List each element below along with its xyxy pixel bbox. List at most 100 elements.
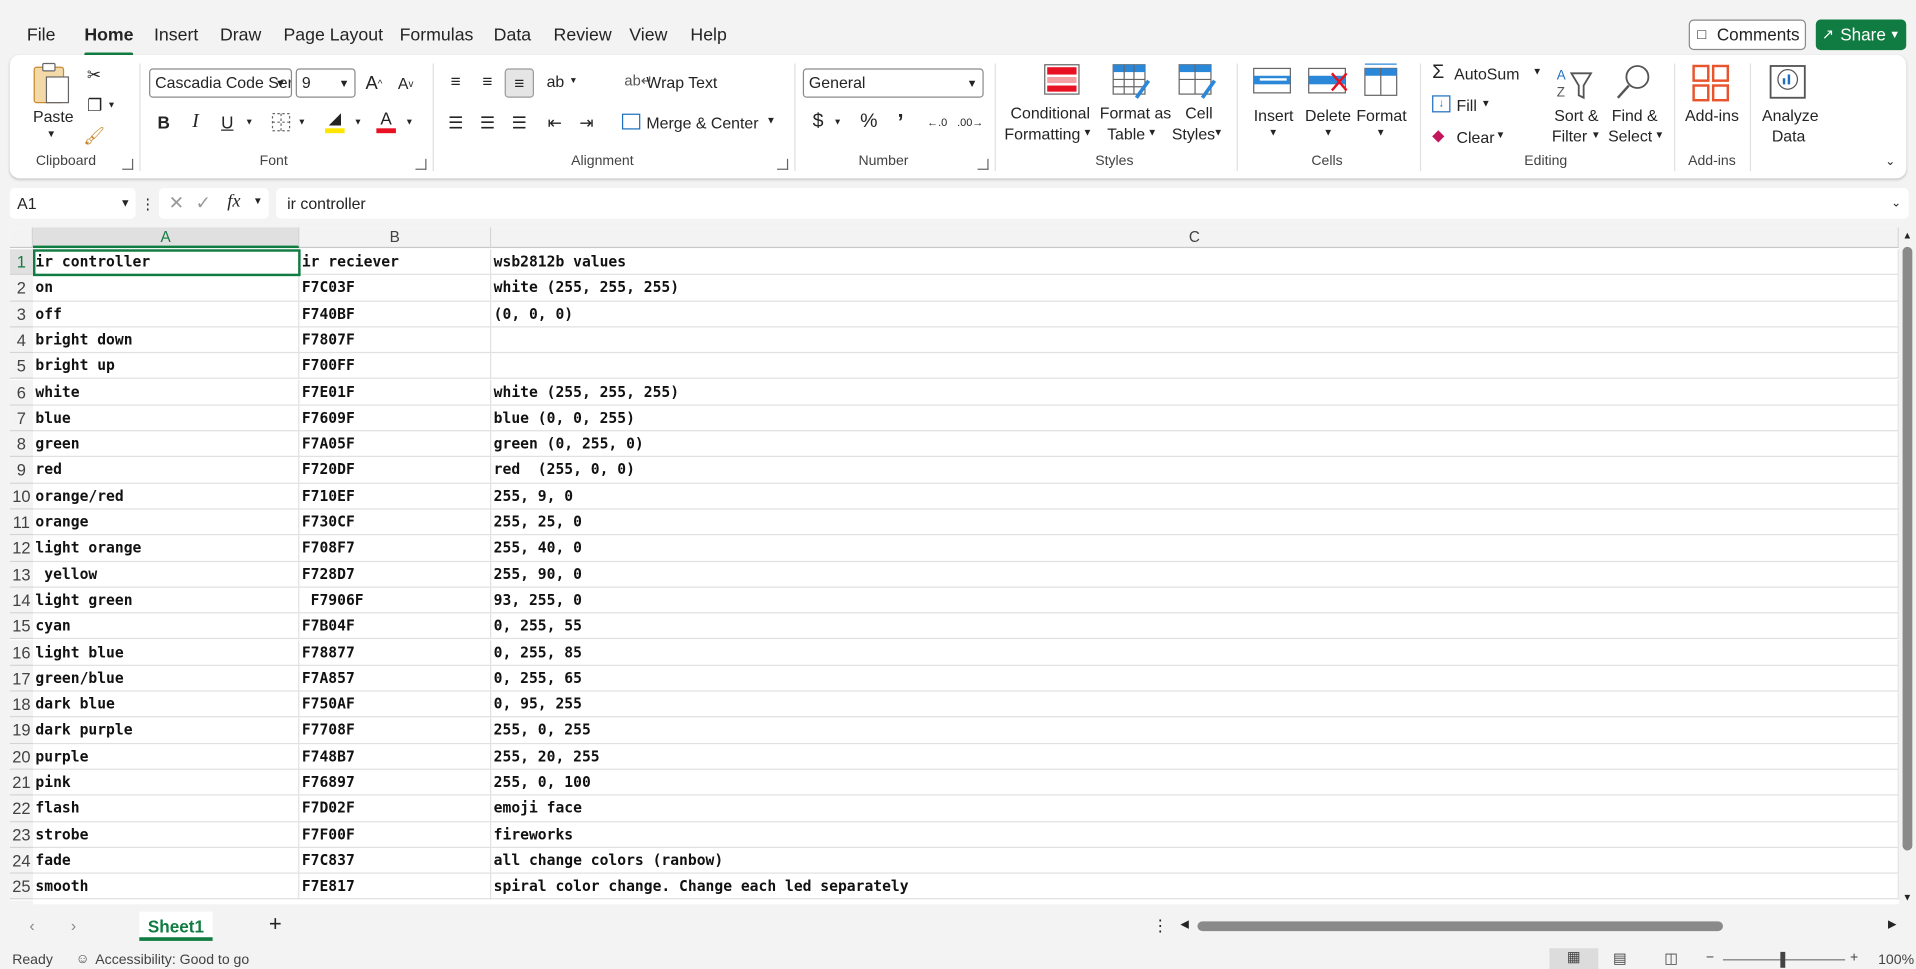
cell-b25[interactable]: F7E817 <box>299 873 492 900</box>
menu-file[interactable]: File <box>27 22 56 51</box>
cell-a8[interactable]: green <box>32 431 300 458</box>
cell-b16[interactable]: F78877 <box>299 639 492 666</box>
cell-b21[interactable]: F76897 <box>299 769 492 796</box>
increase-decimal-icon[interactable]: ←.0 <box>923 110 952 134</box>
comma-style-icon[interactable]: ’ <box>888 109 912 134</box>
horizontal-scroll-thumb[interactable] <box>1197 921 1723 932</box>
cell-b2[interactable]: F7C03F <box>299 275 492 302</box>
copy-icon[interactable]: ❐ ▼ <box>83 94 120 116</box>
row-header[interactable]: 20 <box>9 743 33 770</box>
worksheet-grid[interactable]: A B C 1 ir controller ir reciever wsb2812b … <box>9 227 1899 905</box>
number-format-select[interactable]: General ▼ <box>802 68 984 98</box>
cell-c8[interactable]: green (0, 255, 0) <box>491 431 1899 458</box>
row-header[interactable]: 6 <box>9 379 33 406</box>
row-header[interactable]: 12 <box>9 535 33 562</box>
cell-c6[interactable]: white (255, 255, 255) <box>491 379 1899 406</box>
orientation-icon[interactable]: ab ▼ <box>541 68 583 92</box>
font-launcher-icon[interactable] <box>415 158 427 170</box>
row-header[interactable]: 16 <box>9 639 33 666</box>
cell-a20[interactable]: purple <box>32 743 300 770</box>
menu-view[interactable]: View <box>629 22 667 51</box>
currency-icon[interactable]: $ ▼ <box>806 110 848 134</box>
cell-b8[interactable]: F7A05F <box>299 431 492 458</box>
cell-c10[interactable]: 255, 9, 0 <box>491 483 1899 510</box>
chevron-down-icon[interactable]: ▼ <box>352 110 364 134</box>
analyze-data-button[interactable]: Analyze Data <box>1757 64 1821 147</box>
cell-b19[interactable]: F7708F <box>299 717 492 744</box>
cell-c1[interactable]: wsb2812b values <box>491 249 1899 276</box>
cell-b1[interactable]: ir reciever <box>299 249 492 276</box>
row-header[interactable]: 10 <box>9 483 33 510</box>
cell-b11[interactable]: F730CF <box>299 509 492 536</box>
cell-a10[interactable]: orange/red <box>32 483 300 510</box>
format-cells-button[interactable]: Format ▼ <box>1356 62 1407 147</box>
cell-c9[interactable]: red (255, 0, 0) <box>491 457 1899 484</box>
cell-c18[interactable]: 0, 95, 255 <box>491 691 1899 718</box>
collapse-ribbon-icon[interactable]: ⌄ <box>1879 152 1901 172</box>
menu-draw[interactable]: Draw <box>220 22 261 51</box>
row-header[interactable]: 15 <box>9 613 33 640</box>
cell-c19[interactable]: 255, 0, 255 <box>491 717 1899 744</box>
row-header[interactable]: 3 <box>9 301 33 328</box>
row-header[interactable]: 4 <box>9 327 33 354</box>
cell-b22[interactable]: F7D02F <box>299 795 492 822</box>
menu-home[interactable]: Home <box>84 22 134 57</box>
decrease-indent-icon[interactable]: ⇤ <box>541 110 568 134</box>
cell-b7[interactable]: F7609F <box>299 405 492 432</box>
add-ins-button[interactable]: Add-ins <box>1681 64 1742 147</box>
align-center-icon[interactable]: ☰ <box>474 110 501 134</box>
row-header[interactable]: 2 <box>9 275 33 302</box>
row-header[interactable]: 19 <box>9 717 33 744</box>
cell-b17[interactable]: F7A857 <box>299 665 492 692</box>
cell-c20[interactable]: 255, 20, 255 <box>491 743 1899 770</box>
fill-color-icon[interactable]: ◢ <box>323 108 347 135</box>
row-header[interactable]: 9 <box>9 457 33 484</box>
more-vertical-icon[interactable]: ⋮ <box>141 191 156 218</box>
chevron-down-icon[interactable]: ▼ <box>403 110 415 134</box>
cell-a22[interactable]: flash <box>32 795 300 822</box>
alignment-launcher-icon[interactable] <box>777 158 789 170</box>
cell-a18[interactable]: dark blue <box>32 691 300 718</box>
zoom-out-icon[interactable]: − <box>1706 951 1714 966</box>
merge-center-button[interactable]: Merge & Center ▼ <box>621 111 781 135</box>
format-painter-icon[interactable]: 🖌 <box>83 125 105 147</box>
row-header[interactable]: 8 <box>9 431 33 458</box>
cell-a5[interactable]: bright up <box>32 353 300 380</box>
chevron-down-icon[interactable]: ▼ <box>296 110 308 134</box>
scroll-left-icon[interactable]: ◀ <box>1180 918 1188 931</box>
scroll-up-icon[interactable]: ▲ <box>1903 230 1913 241</box>
row-header[interactable]: 7 <box>9 405 33 432</box>
cell-c2[interactable]: white (255, 255, 255) <box>491 275 1899 302</box>
cell-c23[interactable]: fireworks <box>491 821 1899 848</box>
font-color-icon[interactable]: A <box>374 108 398 135</box>
cell-a14[interactable]: light green <box>32 587 300 614</box>
page-layout-view-icon[interactable]: ▤ <box>1613 949 1627 966</box>
cell-b23[interactable]: F7F00F <box>299 821 492 848</box>
row-header[interactable]: 23 <box>9 821 33 848</box>
row-header[interactable]: 11 <box>9 509 33 536</box>
cell-b9[interactable]: F720DF <box>299 457 492 484</box>
zoom-in-icon[interactable]: + <box>1850 951 1858 966</box>
find-select-button[interactable]: Find & Select ▼ <box>1606 64 1665 147</box>
accessibility-status[interactable]: Accessibility: Good to go <box>95 953 249 968</box>
number-launcher-icon[interactable] <box>977 158 989 170</box>
scroll-right-icon[interactable]: ▶ <box>1888 918 1896 931</box>
cancel-icon[interactable]: ✕ <box>169 192 184 214</box>
cell-c24[interactable]: all change colors (ranbow) <box>491 847 1899 874</box>
align-bottom-icon[interactable]: ≡ <box>504 68 534 98</box>
expand-formula-bar-icon[interactable]: ⌄ <box>1891 188 1901 219</box>
cell-a6[interactable]: white <box>32 379 300 406</box>
cell-b14[interactable]: F7906F <box>299 587 492 614</box>
cell-b3[interactable]: F740BF <box>299 301 492 328</box>
menu-review[interactable]: Review <box>554 22 612 51</box>
delete-cells-button[interactable]: Delete ▼ <box>1303 64 1354 147</box>
column-header-c[interactable]: C <box>491 227 1899 249</box>
cell-styles-button[interactable]: Cell Styles ▼ <box>1171 64 1227 147</box>
name-box[interactable]: A1 ▼ <box>9 188 136 219</box>
cell-c21[interactable]: 255, 0, 100 <box>491 769 1899 796</box>
cell-c13[interactable]: 255, 90, 0 <box>491 561 1899 588</box>
underline-icon[interactable]: U <box>214 110 241 134</box>
decrease-font-icon[interactable]: Av <box>393 71 417 95</box>
cut-icon[interactable]: ✂ <box>83 64 105 86</box>
row-header[interactable]: 25 <box>9 873 33 900</box>
